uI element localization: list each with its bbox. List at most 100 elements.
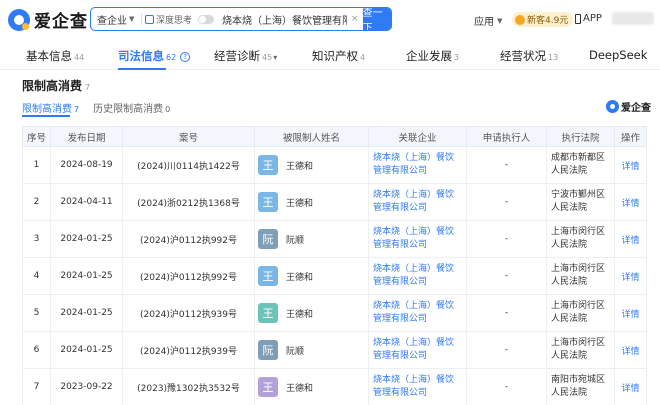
cell-seq: 2 [22,183,51,221]
person-name-link[interactable]: 王德和 [286,307,313,320]
cell-restricted-person: 王王德和 [254,257,369,295]
phone-icon [575,13,581,24]
cell-applicant: - [466,220,547,258]
cell-court: 上海市闵行区人民法院 [546,220,615,258]
avatar: 阮 [258,229,278,249]
detail-link[interactable]: 详情 [614,294,647,332]
person-name-link[interactable]: 阮顺 [286,233,304,246]
cell-applicant: - [466,257,547,295]
info-icon[interactable]: ? [180,52,191,62]
cell-restricted-person: 王王德和 [254,183,369,221]
app-download-link[interactable]: APP [575,13,602,24]
cell-restricted-person: 阮阮顺 [254,331,369,369]
table-row: 6 2024-01-25 (2024)沪0112执939号阮阮顺 烧本烧（上海）餐饮管… [22,331,647,369]
tab-business-status[interactable]: 经营状况 13 [500,48,558,64]
cell-court: 上海市闵行区人民法院 [546,331,615,369]
deep-think-option[interactable]: 深度思考 [145,13,215,26]
person-wrap: 王王德和 [255,192,368,212]
section-title-label: 限制高消费 [22,79,83,93]
person-name-link[interactable]: 阮顺 [286,344,304,357]
search-category-label: 查企业 [97,15,127,27]
person-wrap: 王王德和 [255,303,368,323]
table-row: 4 2024-01-25 (2024)沪0112执992号王王德和 烧本烧（上海）餐饮… [22,257,647,295]
detail-link[interactable]: 详情 [614,257,647,295]
tab-enterprise-development[interactable]: 企业发展 3 [406,48,459,64]
cell-company-link[interactable]: 烧本烧（上海）餐饮管理有限公司 [368,368,467,405]
vip-promo-badge[interactable]: 新客4.9元 [512,12,574,27]
tab-label: DeepSeek [589,48,648,62]
detail-link[interactable]: 详情 [614,183,647,221]
cell-case-number: (2024)沪0112执992号 [122,257,255,295]
table-body: 1 2024-08-19 (2024)川0114执1422号王王德和 烧本烧（上海）餐… [22,146,647,405]
search-category-select[interactable]: 查企业 ▼ [91,12,138,27]
cell-court: 上海市闵行区人民法院 [546,257,615,295]
cell-court: 南阳市宛城区人民法院 [546,368,615,405]
cell-date: 2024-08-19 [50,146,123,184]
tab-operation-diagnosis[interactable]: 经营诊断 45▾ [214,48,277,64]
chevron-down-icon: ▼ [129,15,135,23]
logo-icon [606,100,619,113]
apps-menu[interactable]: 应用 ▼ [474,13,502,29]
tab-count: 44 [74,53,85,62]
tab-judicial-info[interactable]: 司法信息 62? [118,48,191,64]
sub-tabs: 限制高消费 7 历史限制高消费 0 [22,100,170,115]
tab-label: 经营状况 [500,49,546,63]
table-header-row: 序号 发布日期 案号 被限制人姓名 关联企业 申请执行人 执行法院 操作 [22,126,647,147]
cell-case-number: (2024)浙0212执1368号 [122,183,255,221]
user-account[interactable] [612,12,654,25]
detail-link[interactable]: 详情 [614,146,647,184]
clear-search-icon[interactable]: × [351,14,359,24]
tab-deepseek[interactable]: DeepSeek [589,48,647,62]
table-row: 3 2024-01-25 (2024)沪0112执992号阮阮顺 烧本烧（上海）餐饮管… [22,220,647,258]
person-wrap: 阮阮顺 [255,340,368,360]
main-tabs: 基本信息 44 司法信息 62? 经营诊断 45▾ 知识产权 4 企业发展 3 经营状况 1… [0,42,660,70]
cell-case-number: (2024)沪0112执939号 [122,294,255,332]
avatar: 王 [258,266,278,286]
cell-company-link[interactable]: 烧本烧（上海）餐饮管理有限公司 [368,257,467,295]
cell-company-link[interactable]: 烧本烧（上海）餐饮管理有限公司 [368,183,467,221]
cell-court: 成都市新都区人民法院 [546,146,615,184]
col-header-action: 操作 [614,126,647,147]
cell-company-link[interactable]: 烧本烧（上海）餐饮管理有限公司 [368,220,467,258]
cell-seq: 7 [22,368,51,405]
person-name-link[interactable]: 王德和 [286,196,313,209]
cell-applicant: - [466,331,547,369]
cell-case-number: (2023)豫1302执3532号 [122,368,255,405]
tab-basic-info[interactable]: 基本信息 44 [26,48,84,64]
cell-seq: 1 [22,146,51,184]
person-name-link[interactable]: 王德和 [286,381,313,394]
cell-seq: 3 [22,220,51,258]
cell-company-link[interactable]: 烧本烧（上海）餐饮管理有限公司 [368,294,467,332]
cell-date: 2024-01-25 [50,220,123,258]
table-row: 1 2024-08-19 (2024)川0114执1422号王王德和 烧本烧（上海）餐… [22,146,647,184]
cell-case-number: (2024)川0114执1422号 [122,146,255,184]
person-name-link[interactable]: 王德和 [286,270,313,283]
subtab-history-restricted[interactable]: 历史限制高消费 0 [93,100,170,115]
tab-intellectual-property[interactable]: 知识产权 4 [312,48,365,64]
detail-link[interactable]: 详情 [614,331,647,369]
table-row: 7 2023-09-22 (2023)豫1302执3532号王王德和 烧本烧（上海）餐… [22,368,647,405]
detail-link[interactable]: 详情 [614,220,647,258]
search-button[interactable]: 查一下 [362,8,391,30]
avatar: 王 [258,377,278,397]
divider [141,13,143,25]
col-header-date: 发布日期 [50,126,123,147]
active-subtab-indicator [22,115,70,117]
brand-logo[interactable]: 爱企查 [8,7,88,32]
subtab-label: 限制高消费 [22,104,72,115]
section-title: 限制高消费 7 [22,77,90,94]
subtab-count: 7 [74,105,80,114]
cell-company-link[interactable]: 烧本烧（上海）餐饮管理有限公司 [368,331,467,369]
deep-think-toggle[interactable] [198,14,215,24]
detail-link[interactable]: 详情 [614,368,647,405]
subtab-restricted-consumption[interactable]: 限制高消费 7 [22,100,79,115]
search-input[interactable] [222,13,348,25]
cell-company-link[interactable]: 烧本烧（上海）餐饮管理有限公司 [368,146,467,184]
section-count: 7 [85,83,91,92]
cell-applicant: - [466,146,547,184]
tab-label: 司法信息 [118,49,164,63]
table-row: 2 2024-04-11 (2024)浙0212执1368号王王德和 烧本烧（上海）餐… [22,183,647,221]
cell-seq: 4 [22,257,51,295]
person-name-link[interactable]: 王德和 [286,159,313,172]
crown-icon [515,14,525,25]
